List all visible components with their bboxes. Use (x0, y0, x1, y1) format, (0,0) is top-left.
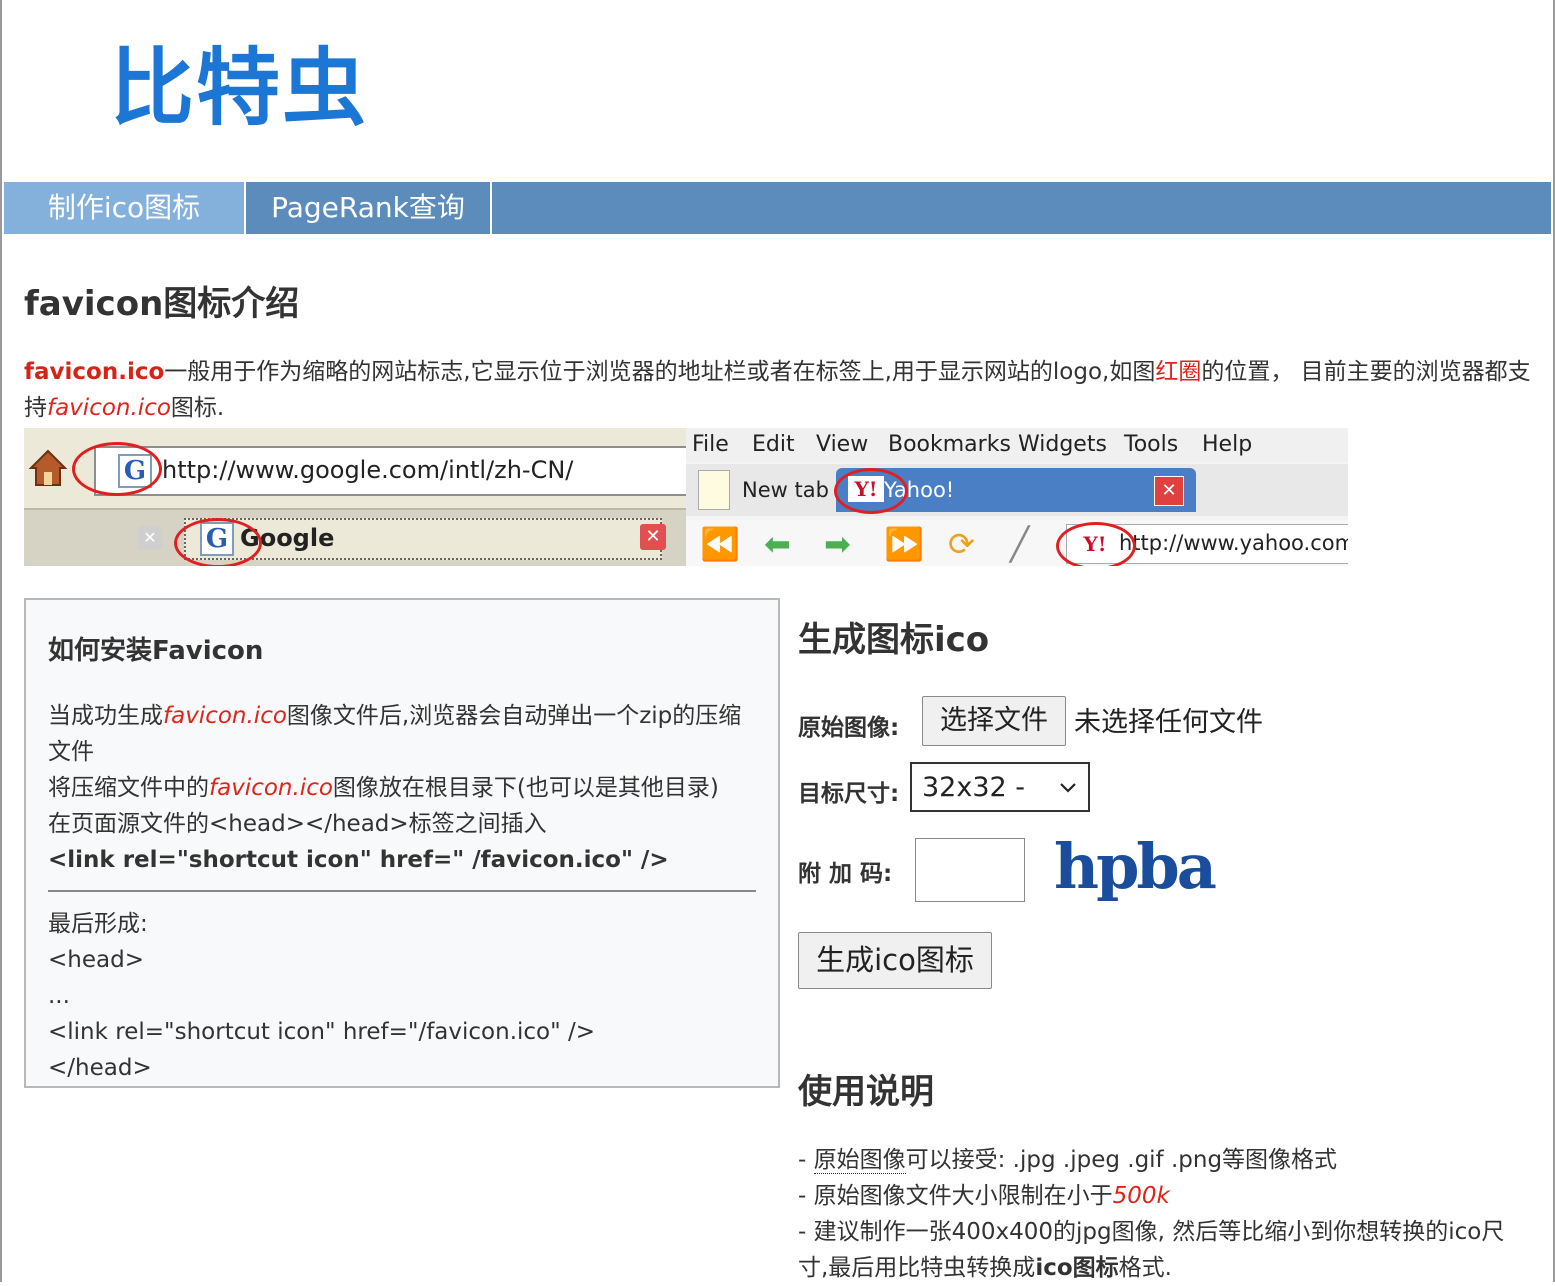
usage-l3-b: 格式. (1118, 1255, 1172, 1281)
menu-item: Tools (1124, 432, 1179, 457)
address-url: http://www.yahoo.com (1119, 531, 1348, 555)
generator-title: 生成图标ico (798, 620, 990, 660)
site-logo[interactable]: 比特虫 (110, 38, 368, 138)
target-size-value: 32x32 - (922, 772, 1026, 803)
close-icon: ✕ (640, 524, 666, 550)
target-size-select[interactable]: 32x32 - (910, 762, 1090, 812)
close-icon: ✕ (1154, 476, 1184, 506)
usage-l1-rest: 可以接受: .jpg .jpeg .gif .png等图像格式 (905, 1147, 1338, 1173)
menu-item: Bookmarks (888, 432, 1011, 457)
address-bar: G http://www.google.com/intl/zh-CN/ (94, 446, 686, 496)
edit-icon: ╱ (1010, 525, 1030, 563)
tab-strip: New tab Y! Yahoo! ✕ (686, 464, 1348, 516)
usage-ico-term: ico图标 (1035, 1255, 1119, 1281)
usage-notes: - 原始图像可以接受: .jpg .jpeg .gif .png等图像格式 - … (798, 1142, 1518, 1286)
final-line: ... (48, 983, 70, 1009)
screenshot-yahoo-browser: File Edit View Bookmarks Widgets Tools H… (686, 428, 1348, 566)
reload-icon: ⟳ (948, 525, 975, 563)
install-line2-a: 将压缩文件中的 (48, 775, 209, 801)
red-circle-text: 红圈 (1155, 359, 1202, 385)
install-line2-b: 图像放在根目录下(也可以是其他目录) (332, 775, 719, 801)
intro-paragraph: favicon.ico一般用于作为缩略的网站标志,它显示位于浏览器的地址栏或者在… (24, 354, 1534, 426)
final-line: </head> (48, 1055, 152, 1081)
install-instructions-box: 如何安装Favicon 当成功生成favicon.ico图像文件后,浏览器会自动… (24, 598, 780, 1088)
install-code-snippet: <link rel="shortcut icon" href=" /favico… (48, 847, 669, 873)
final-line: <head> (48, 947, 144, 973)
captcha-label: 附 加 码: (798, 861, 893, 887)
final-label: 最后形成: (48, 911, 148, 937)
usage-title: 使用说明 (798, 1072, 934, 1112)
choose-file-button[interactable]: 选择文件 (922, 696, 1066, 746)
back-icon: ⬅ (764, 525, 791, 563)
close-icon: ✕ (138, 526, 162, 550)
install-title: 如何安装Favicon (48, 636, 264, 666)
menu-item: Help (1202, 432, 1253, 457)
captcha-image[interactable]: hpba (1054, 826, 1217, 908)
divider (48, 890, 756, 892)
usage-size-limit: 500k (1112, 1183, 1170, 1209)
screenshot-google-browser: G http://www.google.com/intl/zh-CN/ ✕ G … (24, 428, 686, 566)
menu-item: Edit (752, 432, 795, 457)
usage-l1-prefix: - (798, 1147, 814, 1173)
home-icon (28, 448, 68, 488)
menu-item: File (692, 432, 729, 457)
favicon-italic-text: favicon.ico (47, 395, 171, 421)
final-line: <link rel="shortcut icon" href="/favicon… (48, 1019, 596, 1045)
install-favicon-italic: favicon.ico (163, 703, 287, 729)
final-result: 最后形成: <head> ... <link rel="shortcut ico… (48, 906, 760, 1086)
install-favicon-italic: favicon.ico (209, 775, 333, 801)
fast-forward-icon: ⏩ (884, 525, 924, 563)
intro-text-c: 图标. (170, 395, 225, 421)
rewind-icon: ⏪ (700, 525, 740, 563)
new-tab-label: New tab (742, 478, 829, 502)
generate-ico-button[interactable]: 生成ico图标 (798, 932, 992, 989)
tab-bar: ✕ G Google ✕ (24, 508, 686, 566)
captcha-input[interactable] (915, 838, 1025, 902)
install-line3: 在页面源文件的<head></head>标签之间插入 (48, 811, 547, 837)
install-line1-a: 当成功生成 (48, 703, 163, 729)
nav-item-make-ico[interactable]: 制作ico图标 (4, 182, 246, 234)
highlight-circle (72, 442, 162, 496)
address-url: http://www.google.com/intl/zh-CN/ (162, 456, 574, 484)
highlight-circle (174, 518, 262, 566)
favicon-brand-text: favicon.ico (24, 359, 165, 385)
main-nav: 制作ico图标 PageRank查询 (4, 182, 1551, 234)
page-frame-left (0, 0, 2, 1282)
chevron-down-icon (1058, 764, 1078, 830)
nav-toolbar: ⏪ ⬅ ➡ ⏩ ⟳ ╱ Y! http://www.yahoo.com (686, 520, 1348, 566)
file-status-text: 未选择任何文件 (1074, 707, 1263, 738)
page-icon (698, 470, 730, 510)
intro-text-a: 一般用于作为缩略的网站标志,它显示位于浏览器的地址栏或者在标签上,用于显示网站的… (164, 359, 1156, 385)
install-steps: 当成功生成favicon.ico图像文件后,浏览器会自动弹出一个zip的压缩文件… (48, 698, 760, 878)
highlight-circle (1056, 522, 1136, 566)
highlight-circle (834, 468, 908, 514)
usage-source-image-term: 原始图像 (813, 1147, 906, 1174)
intro-title: favicon图标介绍 (24, 284, 300, 324)
source-image-label: 原始图像: (798, 715, 900, 741)
menu-bar: File Edit View Bookmarks Widgets Tools H… (686, 428, 1348, 462)
forward-icon: ➡ (824, 525, 851, 563)
menu-item: View (816, 432, 869, 457)
target-size-label: 目标尺寸: (798, 781, 900, 807)
usage-l2-prefix: - 原始图像文件大小限制在小于 (798, 1183, 1113, 1209)
nav-item-pagerank[interactable]: PageRank查询 (246, 182, 492, 234)
menu-item: Widgets (1018, 432, 1107, 457)
